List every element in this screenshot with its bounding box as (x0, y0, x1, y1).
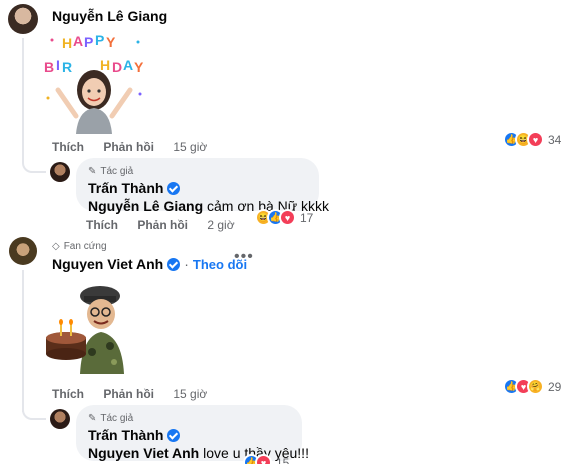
reply-author[interactable]: Trấn Thành (88, 427, 163, 443)
pencil-icon: ✎ (88, 166, 97, 177)
reaction-count: 34 (548, 132, 562, 147)
separator: · (184, 256, 189, 272)
love-reaction-icon: ♥ (279, 209, 296, 226)
avatar-tran-thanh[interactable] (50, 162, 70, 182)
verified-icon (167, 428, 181, 442)
pencil-icon: ✎ (88, 413, 97, 424)
verified-icon (167, 181, 181, 195)
reaction-count: 17 (300, 210, 314, 225)
timestamp[interactable]: 2 giờ (207, 218, 234, 232)
author-badge: Tác giả (100, 413, 134, 424)
love-reaction-icon: ♥ (527, 131, 544, 148)
like-button[interactable]: Thích (86, 218, 118, 232)
more-options-icon[interactable]: ••• (234, 248, 254, 266)
mention-link[interactable]: Nguyen Viet Anh (88, 445, 199, 461)
svg-text:I: I (56, 57, 60, 73)
timestamp[interactable]: 15 giờ (173, 140, 207, 154)
svg-text:A: A (73, 33, 83, 49)
thread-line (22, 270, 24, 412)
reply-actions: Thích Phản hồi 2 giờ (86, 218, 251, 232)
happy-birthday-sticker: HAPPY BIRHDAY (44, 32, 144, 134)
svg-text:B: B (44, 59, 54, 75)
reply-author[interactable]: Trấn Thành (88, 180, 163, 196)
comment-actions: Thích Phản hồi 15 giờ (52, 387, 223, 401)
avatar-tran-thanh[interactable] (50, 409, 70, 429)
avatar-nguyen-le-giang[interactable] (8, 4, 38, 34)
reaction-count: 15 (276, 455, 290, 464)
diamond-icon: ◇ (52, 241, 60, 252)
reaction-count: 29 (548, 379, 562, 394)
like-button[interactable]: Thích (52, 387, 84, 401)
verified-icon (167, 257, 181, 271)
reply-bubble: ✎ Tác giả Trấn Thành Nguyen Viet Anh lov… (76, 405, 309, 461)
svg-text:Y: Y (106, 34, 116, 50)
svg-text:A: A (123, 57, 133, 73)
like-button[interactable]: Thích (52, 140, 84, 154)
birthday-cake-sticker (46, 286, 124, 374)
svg-text:Y: Y (134, 59, 144, 75)
reaction-summary[interactable]: 👍 ♥ 🤗 29 (503, 378, 561, 395)
svg-text:R: R (62, 59, 72, 75)
care-reaction-icon: 🤗 (527, 378, 544, 395)
reply-bubble: ✎ Tác giả Trấn Thành Nguyễn Lê Giang cảm… (76, 158, 329, 214)
svg-text:P: P (95, 32, 104, 48)
reply-button[interactable]: Phản hồi (137, 218, 188, 232)
reaction-summary[interactable]: 😆 👍 ♥ 17 (255, 209, 313, 226)
comment-actions: Thích Phản hồi 15 giờ (52, 140, 223, 154)
reply-connector (22, 155, 46, 173)
thread-line (22, 38, 24, 158)
reaction-summary[interactable]: 👍 😆 ♥ 34 (503, 131, 561, 148)
fan-badge: Fan cứng (63, 241, 107, 252)
avatar-nguyen-viet-anh[interactable] (9, 237, 37, 265)
author-badge: Tác giả (100, 166, 134, 177)
reaction-summary[interactable]: 👍 ♥ 15 (243, 454, 289, 464)
comment-author[interactable]: Nguyen Viet Anh (52, 256, 163, 272)
love-reaction-icon: ♥ (255, 454, 272, 464)
svg-text:H: H (100, 57, 110, 73)
reply-connector (22, 402, 46, 420)
timestamp[interactable]: 15 giờ (173, 387, 207, 401)
mention-link[interactable]: Nguyễn Lê Giang (88, 198, 203, 214)
svg-text:H: H (62, 35, 72, 51)
reply-button[interactable]: Phản hồi (103, 387, 154, 401)
reply-button[interactable]: Phản hồi (103, 140, 154, 154)
svg-text:P: P (84, 34, 93, 50)
comment-author[interactable]: Nguyễn Lê Giang (52, 8, 167, 24)
svg-text:D: D (112, 59, 122, 75)
